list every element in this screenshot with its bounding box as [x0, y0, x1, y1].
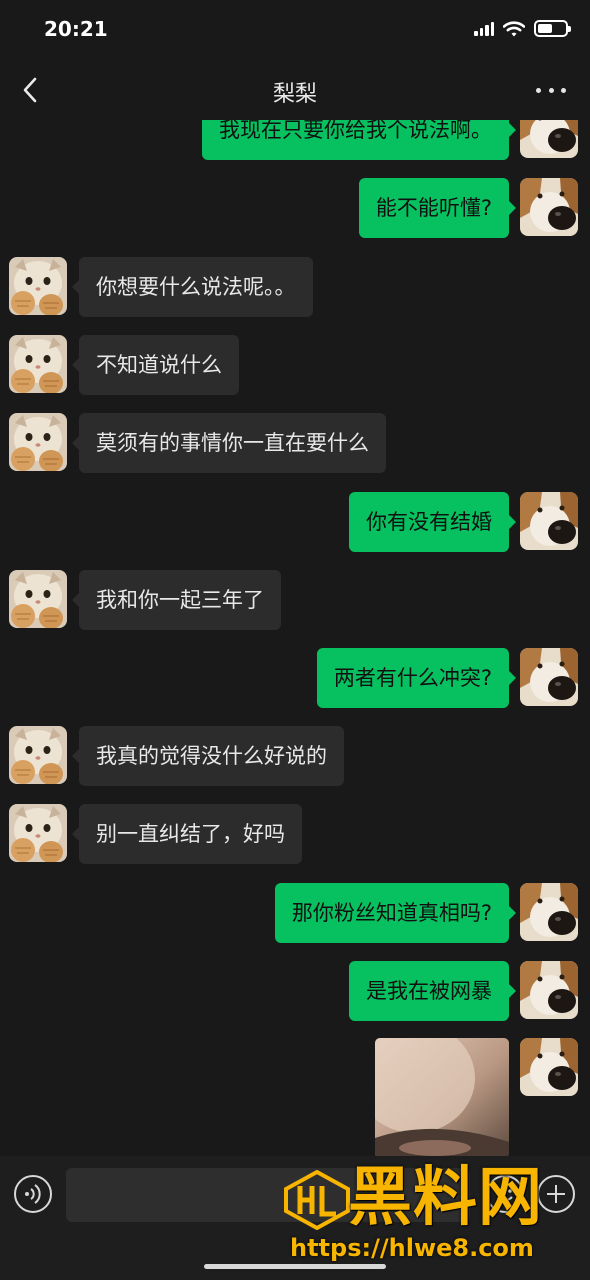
avatar-contact[interactable] — [9, 413, 67, 471]
nav-bar: 梨梨 — [0, 60, 590, 120]
dog-avatar-icon — [520, 883, 578, 941]
avatar-self[interactable] — [520, 492, 578, 550]
dot — [548, 87, 554, 93]
dog-avatar-icon — [520, 492, 578, 550]
status-bar: 20:21 — [0, 0, 590, 60]
status-icons — [474, 20, 571, 37]
avatar-self[interactable] — [520, 648, 578, 706]
message-bubble-outgoing[interactable]: 你有没有结婚 — [349, 492, 516, 552]
avatar-self[interactable] — [520, 178, 578, 236]
voice-button[interactable] — [14, 1175, 52, 1213]
cat-avatar-icon — [9, 413, 67, 471]
dog-avatar-icon — [520, 648, 578, 706]
home-indicator[interactable] — [204, 1264, 386, 1269]
avatar-self[interactable] — [520, 1038, 578, 1096]
watermark-url: https://hlwe8.com — [290, 1234, 534, 1262]
watermark-name: 黑料网 — [348, 1161, 543, 1235]
signal-icon — [474, 21, 494, 36]
message-bubble-incoming[interactable]: 别一直纠结了，好吗 — [72, 804, 302, 864]
dog-avatar-icon — [520, 178, 578, 236]
cat-avatar-icon — [9, 570, 67, 628]
message-bubble-outgoing[interactable]: 我现在只要你给我个说法啊。 — [202, 120, 516, 160]
avatar-contact[interactable] — [9, 335, 67, 393]
message-bubble-outgoing[interactable]: 是我在被网暴 — [349, 961, 516, 1021]
message-bubble-incoming[interactable]: 我真的觉得没什么好说的 — [72, 726, 344, 786]
avatar-contact[interactable] — [9, 804, 67, 862]
message-list[interactable]: 我现在只要你给我个说法啊。 能不能听懂? 你想要什么说法呢。。 不知道说什么 莫… — [0, 120, 590, 1156]
photo-thumbnail — [375, 1038, 509, 1156]
avatar-contact[interactable] — [9, 257, 67, 315]
dot — [561, 87, 566, 93]
cat-avatar-icon — [9, 335, 67, 393]
dog-avatar-icon — [520, 961, 578, 1019]
message-bubble-incoming[interactable]: 我和你一起三年了 — [72, 570, 281, 630]
message-bubble-incoming[interactable]: 不知道说什么 — [72, 335, 239, 395]
wifi-icon — [503, 20, 525, 36]
avatar-self[interactable] — [520, 883, 578, 941]
chat-title: 梨梨 — [272, 82, 317, 107]
cat-avatar-icon — [9, 726, 67, 784]
avatar-contact[interactable] — [9, 726, 67, 784]
message-bubble-outgoing[interactable]: 那你粉丝知道真相吗? — [274, 883, 517, 943]
dog-avatar-icon — [520, 1038, 578, 1096]
watermark-logo — [284, 1170, 350, 1230]
battery-icon — [534, 20, 571, 37]
message-bubble-outgoing[interactable]: 能不能听懂? — [358, 178, 517, 238]
avatar-self[interactable] — [520, 120, 578, 158]
more-options-button[interactable] — [536, 80, 566, 100]
avatar-contact[interactable] — [9, 570, 67, 628]
cat-avatar-icon — [9, 257, 67, 315]
status-time: 20:21 — [44, 17, 108, 41]
voice-icon — [25, 1184, 41, 1204]
dog-avatar-icon — [520, 120, 578, 158]
image-message[interactable] — [375, 1038, 509, 1156]
battery-fill — [538, 24, 553, 33]
avatar-self[interactable] — [520, 961, 578, 1019]
cat-avatar-icon — [9, 804, 67, 862]
message-bubble-outgoing[interactable]: 两者有什么冲突? — [316, 648, 517, 708]
message-bubble-incoming[interactable]: 你想要什么说法呢。。 — [72, 257, 313, 317]
more-dots-icon — [536, 87, 541, 93]
message-bubble-incoming[interactable]: 莫须有的事情你一直在要什么 — [72, 413, 386, 473]
